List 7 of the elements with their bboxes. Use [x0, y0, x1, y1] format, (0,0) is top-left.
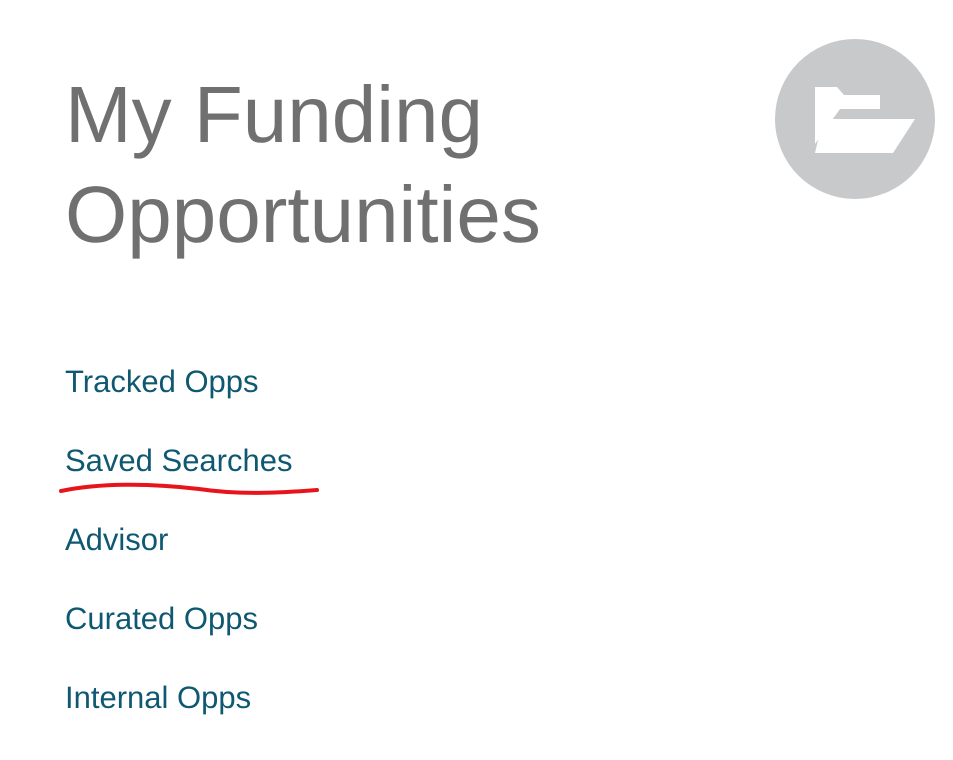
nav-link[interactable]: Saved Searches [65, 442, 292, 478]
nav-link[interactable]: Advisor [65, 522, 168, 556]
nav-link[interactable]: Curated Opps [65, 600, 258, 636]
nav-link[interactable]: Tracked Opps [65, 364, 259, 398]
page-title: My Funding Opportunities [65, 69, 542, 261]
folder-icon [775, 39, 935, 199]
nav-link[interactable]: Internal Opps [65, 680, 252, 714]
